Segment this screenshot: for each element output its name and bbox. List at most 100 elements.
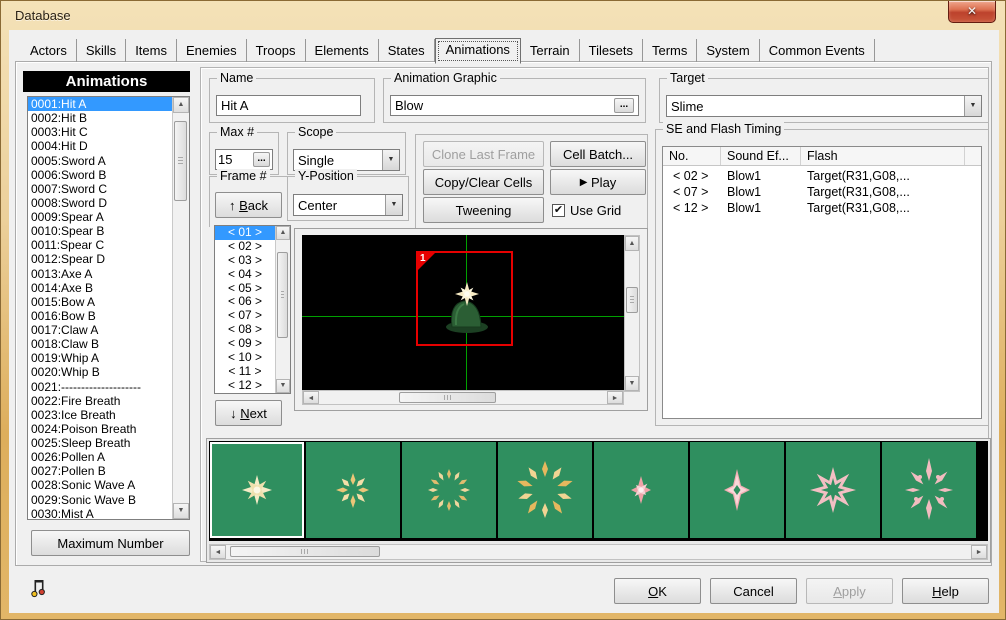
animations-list-scrollbar[interactable]: ▲ ▼ [172, 97, 189, 519]
scroll-down-icon[interactable]: ▼ [173, 503, 189, 519]
list-item[interactable]: 0022:Fire Breath [28, 394, 172, 408]
list-item[interactable]: 0008:Sword D [28, 196, 172, 210]
anim-frame-cell-8[interactable] [882, 442, 976, 538]
frame-list-item[interactable]: < 04 > [215, 268, 275, 282]
anim-frame-cell-5[interactable] [594, 442, 688, 538]
animation-canvas[interactable]: 1 [302, 235, 624, 392]
preview-vertical-scrollbar[interactable]: ▲ ▼ [624, 235, 640, 392]
frame-list-item[interactable]: < 09 > [215, 337, 275, 351]
y-position-select[interactable]: Center ▼ [293, 194, 403, 216]
list-item[interactable]: 0009:Spear A [28, 210, 172, 224]
scrollbar-thumb[interactable] [277, 252, 288, 338]
anim-frame-cell-3[interactable] [402, 442, 496, 538]
use-grid-option[interactable]: ✔ Use Grid [552, 203, 621, 218]
chevron-down-icon[interactable]: ▼ [964, 96, 981, 116]
tab[interactable]: System [697, 39, 759, 62]
frame-list-item[interactable]: < 11 > [215, 365, 275, 379]
se-flash-table[interactable]: No.Sound Ef...Flash < 02 > Blow1 Target(… [662, 146, 982, 419]
name-input[interactable]: Hit A [216, 95, 361, 116]
frame-list-item[interactable]: < 02 > [215, 240, 275, 254]
list-item[interactable]: 0006:Sword B [28, 168, 172, 182]
list-item[interactable]: 0026:Pollen A [28, 450, 172, 464]
anim-frame-cell-1[interactable] [210, 442, 304, 538]
scroll-down-icon[interactable]: ▼ [276, 379, 290, 393]
scroll-right-icon[interactable]: ► [971, 545, 987, 559]
list-item[interactable]: 0015:Bow A [28, 295, 172, 309]
list-item[interactable]: 0012:Spear D [28, 252, 172, 266]
frame-next-button[interactable]: ↓ Next [215, 400, 282, 426]
list-item[interactable]: 0029:Sonic Wave B [28, 493, 172, 507]
animation-graphic-input[interactable]: Blow ... [390, 95, 639, 116]
checkbox-icon[interactable]: ✔ [552, 204, 565, 217]
scrollbar-thumb[interactable] [399, 392, 496, 403]
list-item[interactable]: 0010:Spear B [28, 224, 172, 238]
preview-horizontal-scrollbar[interactable]: ◄ ► [302, 390, 624, 405]
cell-batch-button[interactable]: Cell Batch... [550, 141, 646, 167]
table-row[interactable]: < 02 > Blow1 Target(R31,G08,... [663, 169, 981, 185]
tab[interactable]: Common Events [760, 39, 875, 62]
list-item[interactable]: 0020:Whip B [28, 365, 172, 379]
tab[interactable]: Enemies [177, 39, 247, 62]
frame-list-item[interactable]: < 12 > [215, 379, 275, 393]
list-item[interactable]: 0013:Axe A [28, 267, 172, 281]
list-item[interactable]: 0025:Sleep Breath [28, 436, 172, 450]
apply-button[interactable]: Apply [806, 578, 893, 604]
list-item[interactable]: 0001:Hit A [28, 97, 172, 111]
table-row[interactable]: < 12 > Blow1 Target(R31,G08,... [663, 201, 981, 217]
list-item[interactable]: 0019:Whip A [28, 351, 172, 365]
tab[interactable]: Troops [247, 39, 306, 62]
clone-last-frame-button[interactable]: Clone Last Frame [423, 141, 544, 167]
scroll-up-icon[interactable]: ▲ [276, 226, 290, 240]
max-browse-button[interactable]: ... [253, 152, 270, 167]
list-item[interactable]: 0017:Claw A [28, 323, 172, 337]
list-item[interactable]: 0021:-------------------- [28, 380, 172, 394]
scope-select[interactable]: Single ▼ [293, 149, 400, 171]
tab[interactable]: Actors [21, 39, 77, 62]
column-header[interactable]: Flash [801, 147, 965, 165]
table-row[interactable]: < 07 > Blow1 Target(R31,G08,... [663, 185, 981, 201]
frame-list-item[interactable]: < 06 > [215, 295, 275, 309]
scrollbar-thumb[interactable] [230, 546, 380, 557]
list-item[interactable]: 0007:Sword C [28, 182, 172, 196]
list-item[interactable]: 0003:Hit C [28, 125, 172, 139]
list-item[interactable]: 0030:Mist A [28, 507, 172, 519]
target-select[interactable]: Slime ▼ [666, 95, 982, 117]
browse-graphic-button[interactable]: ... [614, 98, 634, 113]
scroll-up-icon[interactable]: ▲ [625, 236, 639, 251]
list-item[interactable]: 0011:Spear C [28, 238, 172, 252]
anim-frame-cell-7[interactable] [786, 442, 880, 538]
tab[interactable]: Terrain [521, 39, 580, 62]
cancel-button[interactable]: Cancel [710, 578, 797, 604]
frame-list-item[interactable]: < 08 > [215, 323, 275, 337]
list-item[interactable]: 0004:Hit D [28, 139, 172, 153]
scrollbar-thumb[interactable] [626, 287, 638, 313]
frame-list-scrollbar[interactable]: ▲ ▼ [275, 226, 290, 393]
frame-list-item[interactable]: < 10 > [215, 351, 275, 365]
help-button[interactable]: Help [902, 578, 989, 604]
scroll-down-icon[interactable]: ▼ [625, 376, 639, 391]
tweening-button[interactable]: Tweening [423, 197, 544, 223]
column-header[interactable]: Sound Ef... [721, 147, 801, 165]
scroll-right-icon[interactable]: ► [607, 391, 623, 404]
tab[interactable]: Elements [306, 39, 379, 62]
tab[interactable]: Tilesets [580, 39, 643, 62]
list-item[interactable]: 0014:Axe B [28, 281, 172, 295]
list-item[interactable]: 0018:Claw B [28, 337, 172, 351]
anim-frame-cell-4[interactable] [498, 442, 592, 538]
copy-clear-cells-button[interactable]: Copy/Clear Cells [423, 169, 544, 195]
play-button[interactable]: ▶ Play [550, 169, 646, 195]
title-bar[interactable]: Database ✕ [1, 1, 1005, 30]
scroll-left-icon[interactable]: ◄ [303, 391, 319, 404]
maximum-number-button[interactable]: Maximum Number [31, 530, 190, 556]
list-item[interactable]: 0016:Bow B [28, 309, 172, 323]
strip-horizontal-scrollbar[interactable]: ◄ ► [209, 544, 988, 560]
list-item[interactable]: 0028:Sonic Wave A [28, 478, 172, 492]
ok-button[interactable]: OK [614, 578, 701, 604]
tab[interactable]: Skills [77, 39, 126, 62]
frame-list-item[interactable]: < 07 > [215, 309, 275, 323]
list-item[interactable]: 0027:Pollen B [28, 464, 172, 478]
list-item[interactable]: 0005:Sword A [28, 154, 172, 168]
frame-list-item[interactable]: < 05 > [215, 282, 275, 296]
scrollbar-thumb[interactable] [174, 121, 187, 201]
close-button[interactable]: ✕ [948, 1, 996, 23]
